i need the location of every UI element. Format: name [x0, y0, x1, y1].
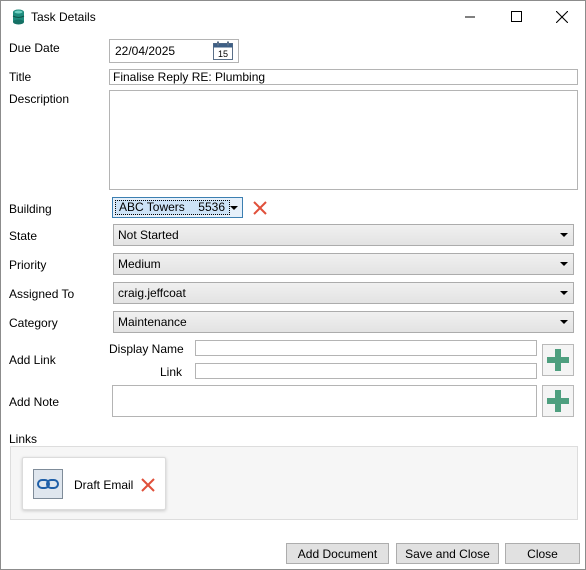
state-label: State — [9, 229, 38, 243]
window-title: Task Details — [31, 10, 96, 24]
link-label: Link — [160, 365, 183, 379]
chevron-down-icon — [230, 206, 238, 210]
save-and-close-button[interactable]: Save and Close — [396, 543, 499, 564]
links-panel: Draft Email — [10, 446, 578, 520]
close-window-button[interactable] — [539, 1, 585, 32]
add-document-button[interactable]: Add Document — [286, 543, 389, 564]
add-note-label: Add Note — [9, 395, 60, 409]
category-value: Maintenance — [118, 315, 187, 329]
title-label: Title — [9, 70, 32, 84]
link-input[interactable] — [195, 363, 537, 379]
add-document-label: Add Document — [297, 546, 378, 561]
state-combobox[interactable]: Not Started — [113, 224, 574, 246]
display-name-label: Display Name — [109, 342, 184, 356]
add-link-button[interactable] — [542, 344, 574, 376]
description-label: Description — [9, 92, 70, 106]
assigned-to-label: Assigned To — [9, 287, 75, 301]
due-date-picker[interactable]: 22/04/2025 15 — [109, 39, 239, 63]
category-combobox[interactable]: Maintenance — [113, 311, 574, 333]
description-textarea[interactable] — [109, 90, 578, 190]
plus-icon — [547, 349, 569, 371]
title-input[interactable]: Finalise Reply RE: Plumbing — [109, 69, 578, 85]
save-and-close-label: Save and Close — [405, 546, 490, 561]
chevron-down-icon — [560, 320, 568, 324]
building-combobox[interactable]: ABC Towers 5536 — [112, 197, 243, 218]
priority-value: Medium — [118, 257, 161, 271]
minimize-button[interactable] — [447, 1, 493, 32]
title-value: Finalise Reply RE: Plumbing — [113, 70, 266, 84]
priority-combobox[interactable]: Medium — [113, 253, 574, 275]
add-link-label: Add Link — [9, 353, 56, 367]
close-label: Close — [527, 546, 558, 561]
maximize-button[interactable] — [493, 1, 539, 32]
links-label: Links — [9, 432, 38, 446]
clear-building-icon[interactable] — [252, 200, 268, 216]
building-label: Building — [9, 202, 52, 216]
assigned-to-combobox[interactable]: craig.jeffcoat — [113, 282, 574, 304]
due-date-value: 22/04/2025 — [115, 44, 176, 58]
app-database-icon — [12, 9, 25, 25]
chevron-down-icon — [560, 291, 568, 295]
plus-icon — [547, 390, 569, 412]
close-icon — [556, 10, 568, 23]
building-selected: ABC Towers 5536 — [115, 200, 230, 215]
assigned-to-value: craig.jeffcoat — [118, 286, 186, 300]
state-value: Not Started — [118, 228, 179, 242]
note-input[interactable] — [112, 385, 537, 417]
minimize-icon — [465, 16, 475, 17]
building-code: 5536 — [198, 200, 225, 214]
building-name: ABC Towers — [119, 200, 185, 214]
display-name-input[interactable] — [195, 340, 537, 356]
due-date-label: Due Date — [9, 41, 60, 55]
task-details-window: Task Details Due Date 22/04/2025 15 Titl… — [0, 0, 586, 570]
close-button[interactable]: Close — [505, 543, 580, 564]
chevron-down-icon — [560, 262, 568, 266]
chevron-down-icon — [560, 233, 568, 237]
maximize-icon — [510, 11, 522, 22]
link-item[interactable]: Draft Email — [22, 457, 166, 510]
priority-label: Priority — [9, 258, 47, 272]
title-bar: Task Details — [1, 1, 585, 32]
calendar-icon[interactable]: 15 — [213, 41, 233, 60]
add-note-button[interactable] — [542, 385, 574, 417]
link-item-label: Draft Email — [74, 478, 134, 492]
remove-link-icon[interactable] — [140, 477, 156, 493]
calendar-day: 15 — [218, 49, 228, 59]
chain-link-icon — [33, 469, 63, 499]
category-label: Category — [9, 316, 58, 330]
